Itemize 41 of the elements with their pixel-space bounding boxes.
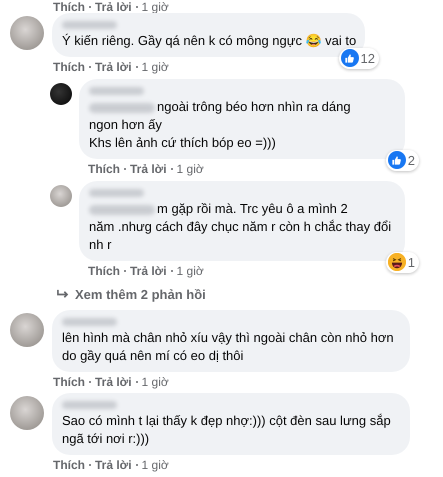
blurred-name	[62, 21, 117, 29]
comment-text: nh r	[89, 237, 112, 252]
reply-link[interactable]: Trả lời	[130, 161, 167, 177]
blurred-name	[62, 318, 117, 326]
reaction-count: 2	[408, 152, 416, 170]
blurred-name	[89, 189, 144, 197]
comment-text: lên hình mà chân nhỏ xíu vậy thì ngoài chân còn nhỏ hơn	[62, 330, 394, 344]
comment-text: do gầy quá nên mí có eo dị thôi	[62, 348, 244, 362]
reply-link[interactable]: Trả lời	[95, 374, 132, 390]
like-link[interactable]: Thích	[88, 161, 120, 177]
comment-text: năm .nhưg cách đây chục năm r còn h chắc thay đổi	[89, 219, 392, 234]
comment-text: m gặp rồi mà. Trc yêu ô a mình 2	[157, 201, 348, 216]
reply-link[interactable]: Trả lời	[95, 59, 132, 75]
timestamp[interactable]: 1 giờ	[176, 161, 204, 177]
like-link[interactable]: Thích	[88, 263, 120, 279]
like-link[interactable]: Thích	[53, 374, 85, 390]
comment-text: Ý kiến riêng. Gầy qá nên k có mông ngực 😂 vai to	[62, 33, 356, 48]
reaction-count: 12	[360, 50, 376, 68]
comment-text: Sao có mình t lại thấy k đẹp nhợ:))) cột đèn sau lưng sắp	[62, 412, 391, 428]
comment-text: ngon hơn ấy	[89, 117, 162, 132]
like-link[interactable]: Thích	[53, 59, 85, 75]
reply-arrow-icon	[56, 289, 69, 300]
timestamp[interactable]: 1 giờ	[142, 59, 169, 75]
reaction-count: 1	[408, 254, 416, 272]
avatar[interactable]	[50, 83, 72, 105]
blurred-name	[62, 400, 117, 408]
timestamp[interactable]: 1 giờ	[142, 456, 169, 472]
reply-link[interactable]: Trả lời	[95, 0, 132, 14]
timestamp[interactable]: 1 giờ	[176, 263, 204, 279]
laughing-face-icon	[388, 253, 406, 272]
comment-text: ngoài trông béo hơn nhìn ra dáng	[157, 99, 351, 114]
timestamp[interactable]: 1 giờ	[142, 374, 169, 390]
reply-link[interactable]: Trả lời	[130, 263, 167, 279]
timestamp[interactable]: 1 giờ	[142, 0, 169, 14]
reply-link[interactable]: Trả lời	[95, 456, 132, 472]
like-link[interactable]: Thích	[53, 456, 85, 472]
like-link[interactable]: Thích	[53, 0, 85, 14]
more-replies-link[interactable]: Xem thêm 2 phản hồi	[0, 285, 443, 304]
comment-text: Khs lên ảnh cứ thích bóp eo =)))	[89, 135, 276, 150]
comment-text: ngã tới nơi r:)))	[62, 430, 150, 446]
blurred-name	[89, 87, 144, 95]
